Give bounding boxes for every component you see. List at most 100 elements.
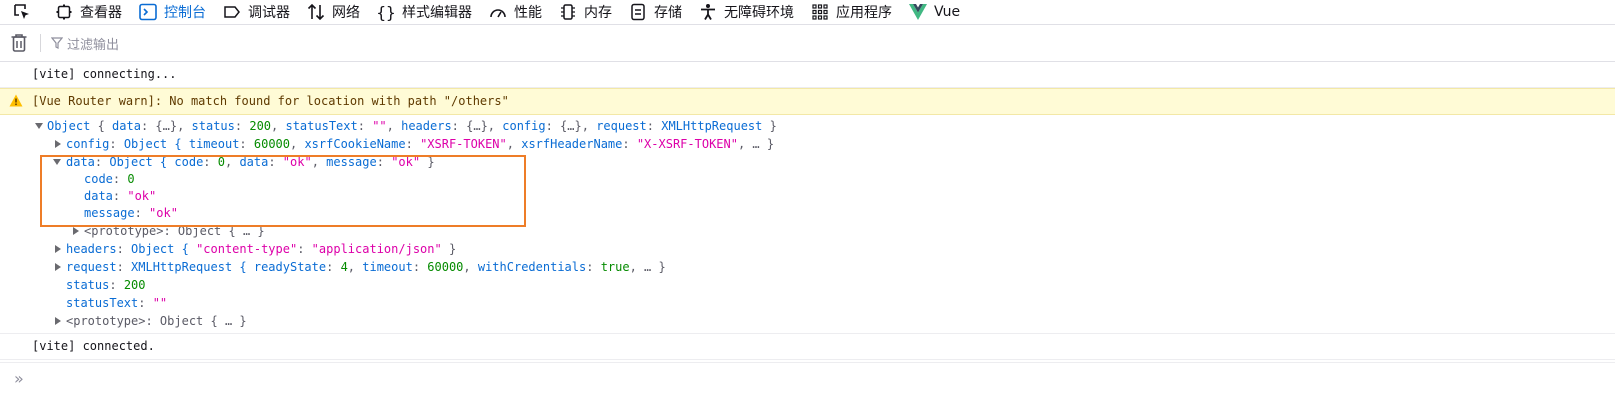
tab-style-editor[interactable]: {} 样式编辑器 [370,0,482,24]
tree-row-data[interactable]: data: Object { code: 0, data: "ok", mess… [0,153,1615,171]
preview-token: xsrfHeaderName [521,137,623,151]
tab-label: 性能 [514,5,542,21]
preview-token: : [239,137,254,151]
console-input[interactable]: » [0,362,1615,393]
log-text: [vite] connecting... [32,67,177,81]
tab-inspector[interactable]: 查看器 [48,0,132,24]
object-tree: Object { data: {…}, status: 200, statusT… [0,115,1615,333]
expand-toggle-icon[interactable] [35,123,43,129]
preview-token: , [463,260,478,274]
accessibility-icon [698,2,718,22]
prop-key: data [84,189,113,203]
tab-storage[interactable]: 存储 [622,0,692,24]
preview-token: : [203,155,218,169]
memory-icon [558,2,578,22]
tree-row-request[interactable]: request: XMLHttpRequest { readyState: 4,… [0,258,1615,276]
tab-label: 控制台 [164,5,206,21]
preview-token: : [268,155,283,169]
log-message-connected: [vite] connected. [0,333,1615,360]
warning-text: [Vue Router warn]: No match found for lo… [32,94,509,108]
filter-placeholder: 过滤输出 [67,37,120,53]
prop-value: 0 [127,172,135,186]
preview-token: : {…}, [140,119,192,133]
preview-token: : [586,260,601,274]
style-editor-icon: {} [376,2,396,22]
log-message-connecting: [vite] connecting... [0,62,1615,88]
prop-preview: : Object { timeout: 60000, xsrfCookieNam… [109,137,774,151]
preview-token: , … } [629,260,666,274]
prop-key: message [84,206,135,220]
root-preview: { data: {…}, status: 200, statusText: ""… [90,119,777,133]
preview-token: : [412,260,428,274]
tab-debugger[interactable]: 调试器 [216,0,300,24]
preview-token: withCredentials [477,260,587,274]
preview-token: headers [401,119,452,133]
preview-token: : [116,242,132,256]
preview-token: : [622,137,637,151]
tree-row-root[interactable]: Object { data: {…}, status: 200, statusT… [0,117,1615,135]
tab-performance[interactable]: 性能 [482,0,552,24]
tree-row-config[interactable]: config: Object { timeout: 60000, xsrfCoo… [0,135,1615,153]
preview-token: Object { [123,137,189,151]
preview-token: 0 [217,155,225,169]
preview-token: , [386,119,402,133]
tree-row-headers[interactable]: headers: Object { "content-type": "appli… [0,240,1615,258]
tree-row-prototype[interactable]: <prototype>: Object { … } [0,312,1615,330]
preview-token: : [326,260,341,274]
preview-token: : [116,260,132,274]
console-icon [138,2,158,22]
tab-memory[interactable]: 内存 [552,0,622,24]
vue-icon [908,2,928,22]
preview-token: } [441,242,457,256]
preview-token: xsrfCookieName [304,137,406,151]
network-icon [306,2,326,22]
element-picker-icon [12,2,32,22]
tab-network[interactable]: 网络 [300,0,370,24]
expand-toggle-icon[interactable] [55,140,61,148]
tab-application[interactable]: 应用程序 [804,0,902,24]
preview-token: "content-type" [196,242,298,256]
prototype-label: <prototype>: Object { … } [66,314,247,328]
prop-preview: : XMLHttpRequest { readyState: 4, timeou… [117,260,666,274]
tab-label: 网络 [332,5,360,21]
preview-token: : [646,119,662,133]
tree-row-statustext: statusText: "" [66,296,168,310]
warning-icon [9,94,23,112]
preview-token: : {…}, [451,119,503,133]
expand-toggle-icon[interactable] [55,245,61,253]
preview-token: , [506,137,522,151]
tab-console[interactable]: 控制台 [132,0,216,24]
tree-row-data-prototype[interactable]: <prototype>: Object { … } [0,222,1615,240]
preview-token: XMLHttpRequest { [131,260,254,274]
application-icon [810,2,830,22]
expand-toggle-icon[interactable] [73,227,79,235]
preview-token: } [762,119,777,133]
preview-token: "ok" [391,155,421,169]
preview-token: statusText [285,119,358,133]
preview-token: 60000 [427,260,464,274]
prop-key: statusText [66,296,139,310]
preview-token: XMLHttpRequest [661,119,763,133]
preview-token: Object { [131,242,197,256]
tab-element-picker[interactable] [6,0,48,24]
prompt-chevron-icon: » [14,369,24,388]
preview-token: "application/json" [311,242,442,256]
preview-token: { [90,119,113,133]
preview-token: "ok" [282,155,312,169]
expand-toggle-icon[interactable] [53,159,61,165]
console-filter-bar: 过滤输出 [0,25,1615,61]
expand-toggle-icon[interactable] [55,317,61,325]
filter-output-input[interactable]: 过滤输出 [51,34,119,53]
preview-token: : [94,155,110,169]
preview-token: , [311,155,327,169]
console-output: [vite] connecting... [Vue Router warn]: … [0,62,1615,360]
trash-icon[interactable] [10,33,28,53]
prop-value: "" [152,296,168,310]
tab-accessibility[interactable]: 无障碍环境 [692,0,804,24]
tab-label: 无障碍环境 [724,5,794,21]
preview-token: readyState [253,260,327,274]
tab-label: 存储 [654,5,682,21]
tab-vue[interactable]: Vue [902,0,970,24]
expand-toggle-icon[interactable] [55,263,61,271]
preview-token: 60000 [253,137,290,151]
